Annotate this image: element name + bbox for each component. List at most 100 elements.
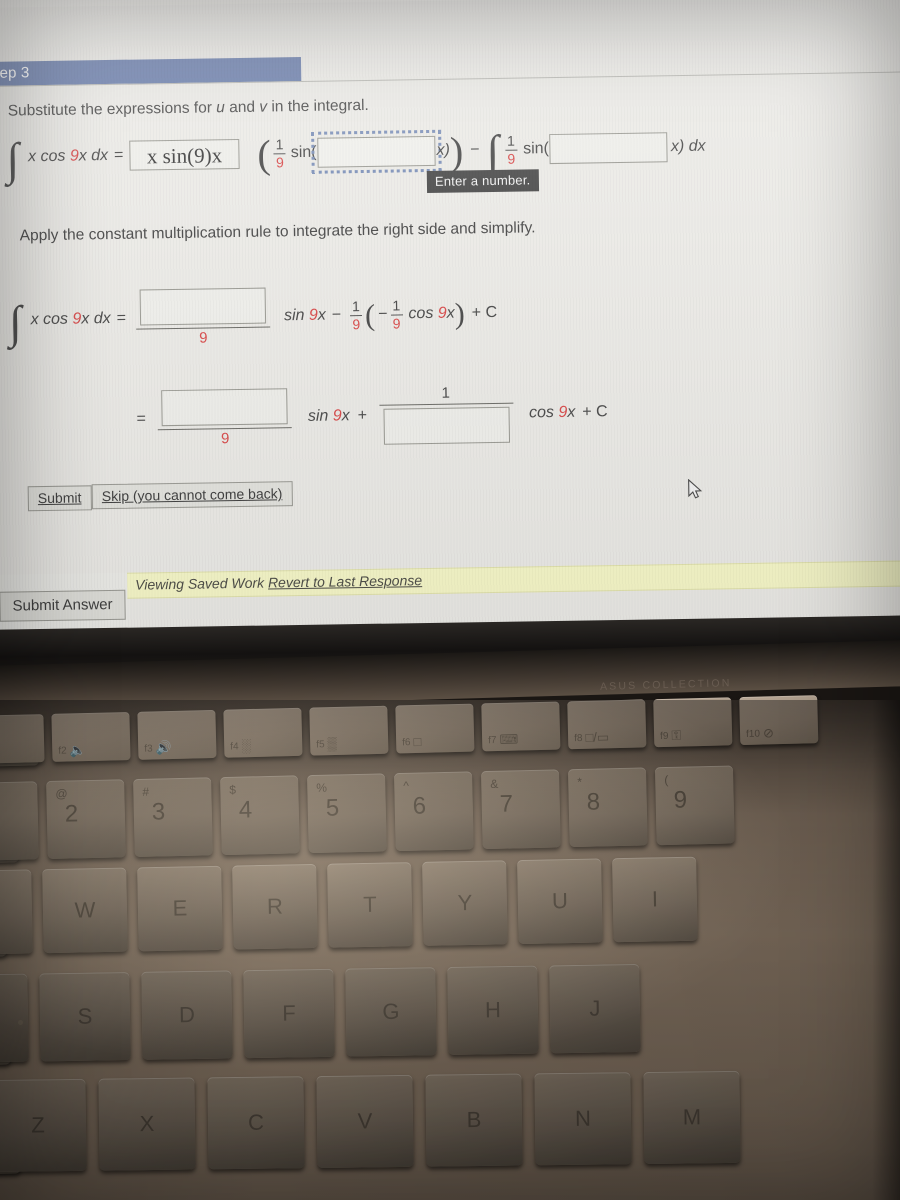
key-r[interactable]: R [232,863,318,950]
fraction-denominator-1: 9 [275,153,284,171]
key-3-label: 3 [151,798,166,826]
equation-2-minus: − [331,306,342,324]
answer-box-empty-1[interactable] [548,132,668,165]
key-1[interactable]: !1 [0,781,39,861]
key-x[interactable]: X [98,1077,196,1171]
key-6[interactable]: ^ 6 [394,771,474,852]
fraction-one-ninth-3: 1 9 [350,297,363,332]
key-z[interactable]: Z [0,1078,87,1172]
key-9-shift-symbol: ( [664,772,669,788]
key-f4[interactable]: f4 ░ [223,707,303,758]
key-y-label: Y [457,889,473,916]
key-s-label: S [77,1003,93,1029]
key-f[interactable]: F [243,968,335,1059]
box-fraction-denominator-3: 9 [220,429,230,447]
box-fraction-3: 9 [157,387,293,448]
key-h[interactable]: H [447,965,539,1055]
key-5[interactable]: % 5 [307,773,387,854]
mouse-cursor-icon [688,478,704,501]
key-f3[interactable]: f3 🔊 [137,709,217,760]
submit-button[interactable]: Submit [27,485,92,512]
answer-box-numerator-2[interactable] [139,287,267,326]
key-3[interactable]: #3 [133,777,213,858]
key-f-label: F [282,1000,296,1026]
sin-label-1: sin( [290,143,317,162]
equation-3: = 9 sin 9x + 1 cos 9x + C [136,382,608,448]
key-w[interactable]: W [42,867,128,954]
submit-answer-label: Submit Answer [12,595,113,615]
keyboard-home-row: ASDFGHJ [0,963,653,1063]
equation-1-equals: = [113,146,124,165]
equation-1: ∫ x cos 9x dx = x sin(9)x ( 1 9 sin( x) … [6,126,706,185]
key-f9[interactable]: f9 ⚿ [653,697,733,748]
answer-box-denominator-3[interactable] [382,406,510,445]
key-7-label: 7 [499,790,514,818]
key-d-label: D [178,1001,196,1028]
key-a[interactable]: A [0,973,29,1063]
key-4[interactable]: $4 [220,775,300,856]
key-d[interactable]: D [141,970,233,1060]
key-f6[interactable]: f6 □ [395,703,475,754]
key-t-label: T [362,891,377,918]
key-f2-number: f2 [58,745,67,757]
key-3-shift-symbol: # [142,784,150,799]
key-f5[interactable]: f5 ▒ [309,705,389,756]
equation-3-equals: = [136,409,147,428]
key-f8[interactable]: f8 □/▭ [567,699,647,750]
key-v[interactable]: V [316,1074,414,1169]
fraction-numerator-3: 1 [351,297,361,315]
key-g-label: G [382,998,400,1025]
key-c[interactable]: C [207,1076,305,1170]
key-n[interactable]: N [534,1072,632,1166]
fraction-numerator-1: 1 [275,136,284,153]
key-f1[interactable]: f1☀ [0,714,45,764]
equation-2-lhs-coef: 9 [72,310,82,328]
key-u[interactable]: U [517,858,603,945]
saved-work-status: Viewing Saved Work [135,574,265,593]
display-switch-icon: □/▭ [585,729,610,745]
key-8[interactable]: * 8 [567,767,648,848]
key-q[interactable]: Q [0,869,33,955]
key-e-label: E [172,895,188,921]
key-f2[interactable]: f2 🔈 [51,712,131,762]
key-9[interactable]: (9 [654,765,735,846]
box-fraction-4: 1 [378,384,514,445]
skip-button[interactable]: Skip (you cannot come back) [91,481,293,510]
key-g[interactable]: G [345,967,437,1057]
answer-box-focused[interactable] [311,129,442,175]
key-2[interactable]: @2 [46,779,126,860]
revert-to-last-response-link[interactable]: Revert to Last Response [268,572,422,590]
submit-answer-button[interactable]: Submit Answer [0,589,126,622]
equation-3-plus: + [357,406,368,424]
equation-2-sin-coef: 9 [308,306,318,324]
key-8-shift-symbol: * [577,774,583,789]
key-f7[interactable]: f7 ⌨ [481,701,561,752]
keyboard-bottom-row: ZXCVBNM [0,1070,754,1172]
key-f10[interactable]: f10 ⊘ [739,695,819,746]
key-9-label: 9 [673,786,688,814]
key-f6-number: f6 [402,737,411,749]
fraction-one-ninth-1: 1 9 [273,136,287,171]
answer-box-numerator-3[interactable] [161,387,289,426]
key-h-label: H [484,997,502,1023]
key-m[interactable]: M [643,1070,741,1165]
key-r-label: R [266,893,284,919]
key-b[interactable]: B [425,1073,523,1167]
key-j[interactable]: J [549,963,641,1054]
screen-toggle-icon: □ [413,733,422,750]
prompt-1-after: in the integral. [266,96,369,116]
key-t[interactable]: T [327,862,413,948]
fraction-denominator-2: 9 [507,150,516,167]
equation-2-cos-coef: 9 [437,304,447,322]
key-8-label: 8 [586,788,601,816]
key-y[interactable]: Y [422,860,508,946]
key-7[interactable]: & 7 [480,769,561,850]
answer-box-uv-filled[interactable]: x sin(9)x [129,139,240,171]
keyboard-qwerty-row: QW E R T Y UI [0,856,709,955]
fraction-one-ninth-2: 1 9 [505,133,518,167]
key-e[interactable]: E [137,865,223,952]
equation-3-cos-coef: 9 [558,403,568,421]
key-s[interactable]: S [39,971,131,1062]
key-i[interactable]: I [612,856,698,943]
equation-3-plus-c: + C [582,402,608,421]
